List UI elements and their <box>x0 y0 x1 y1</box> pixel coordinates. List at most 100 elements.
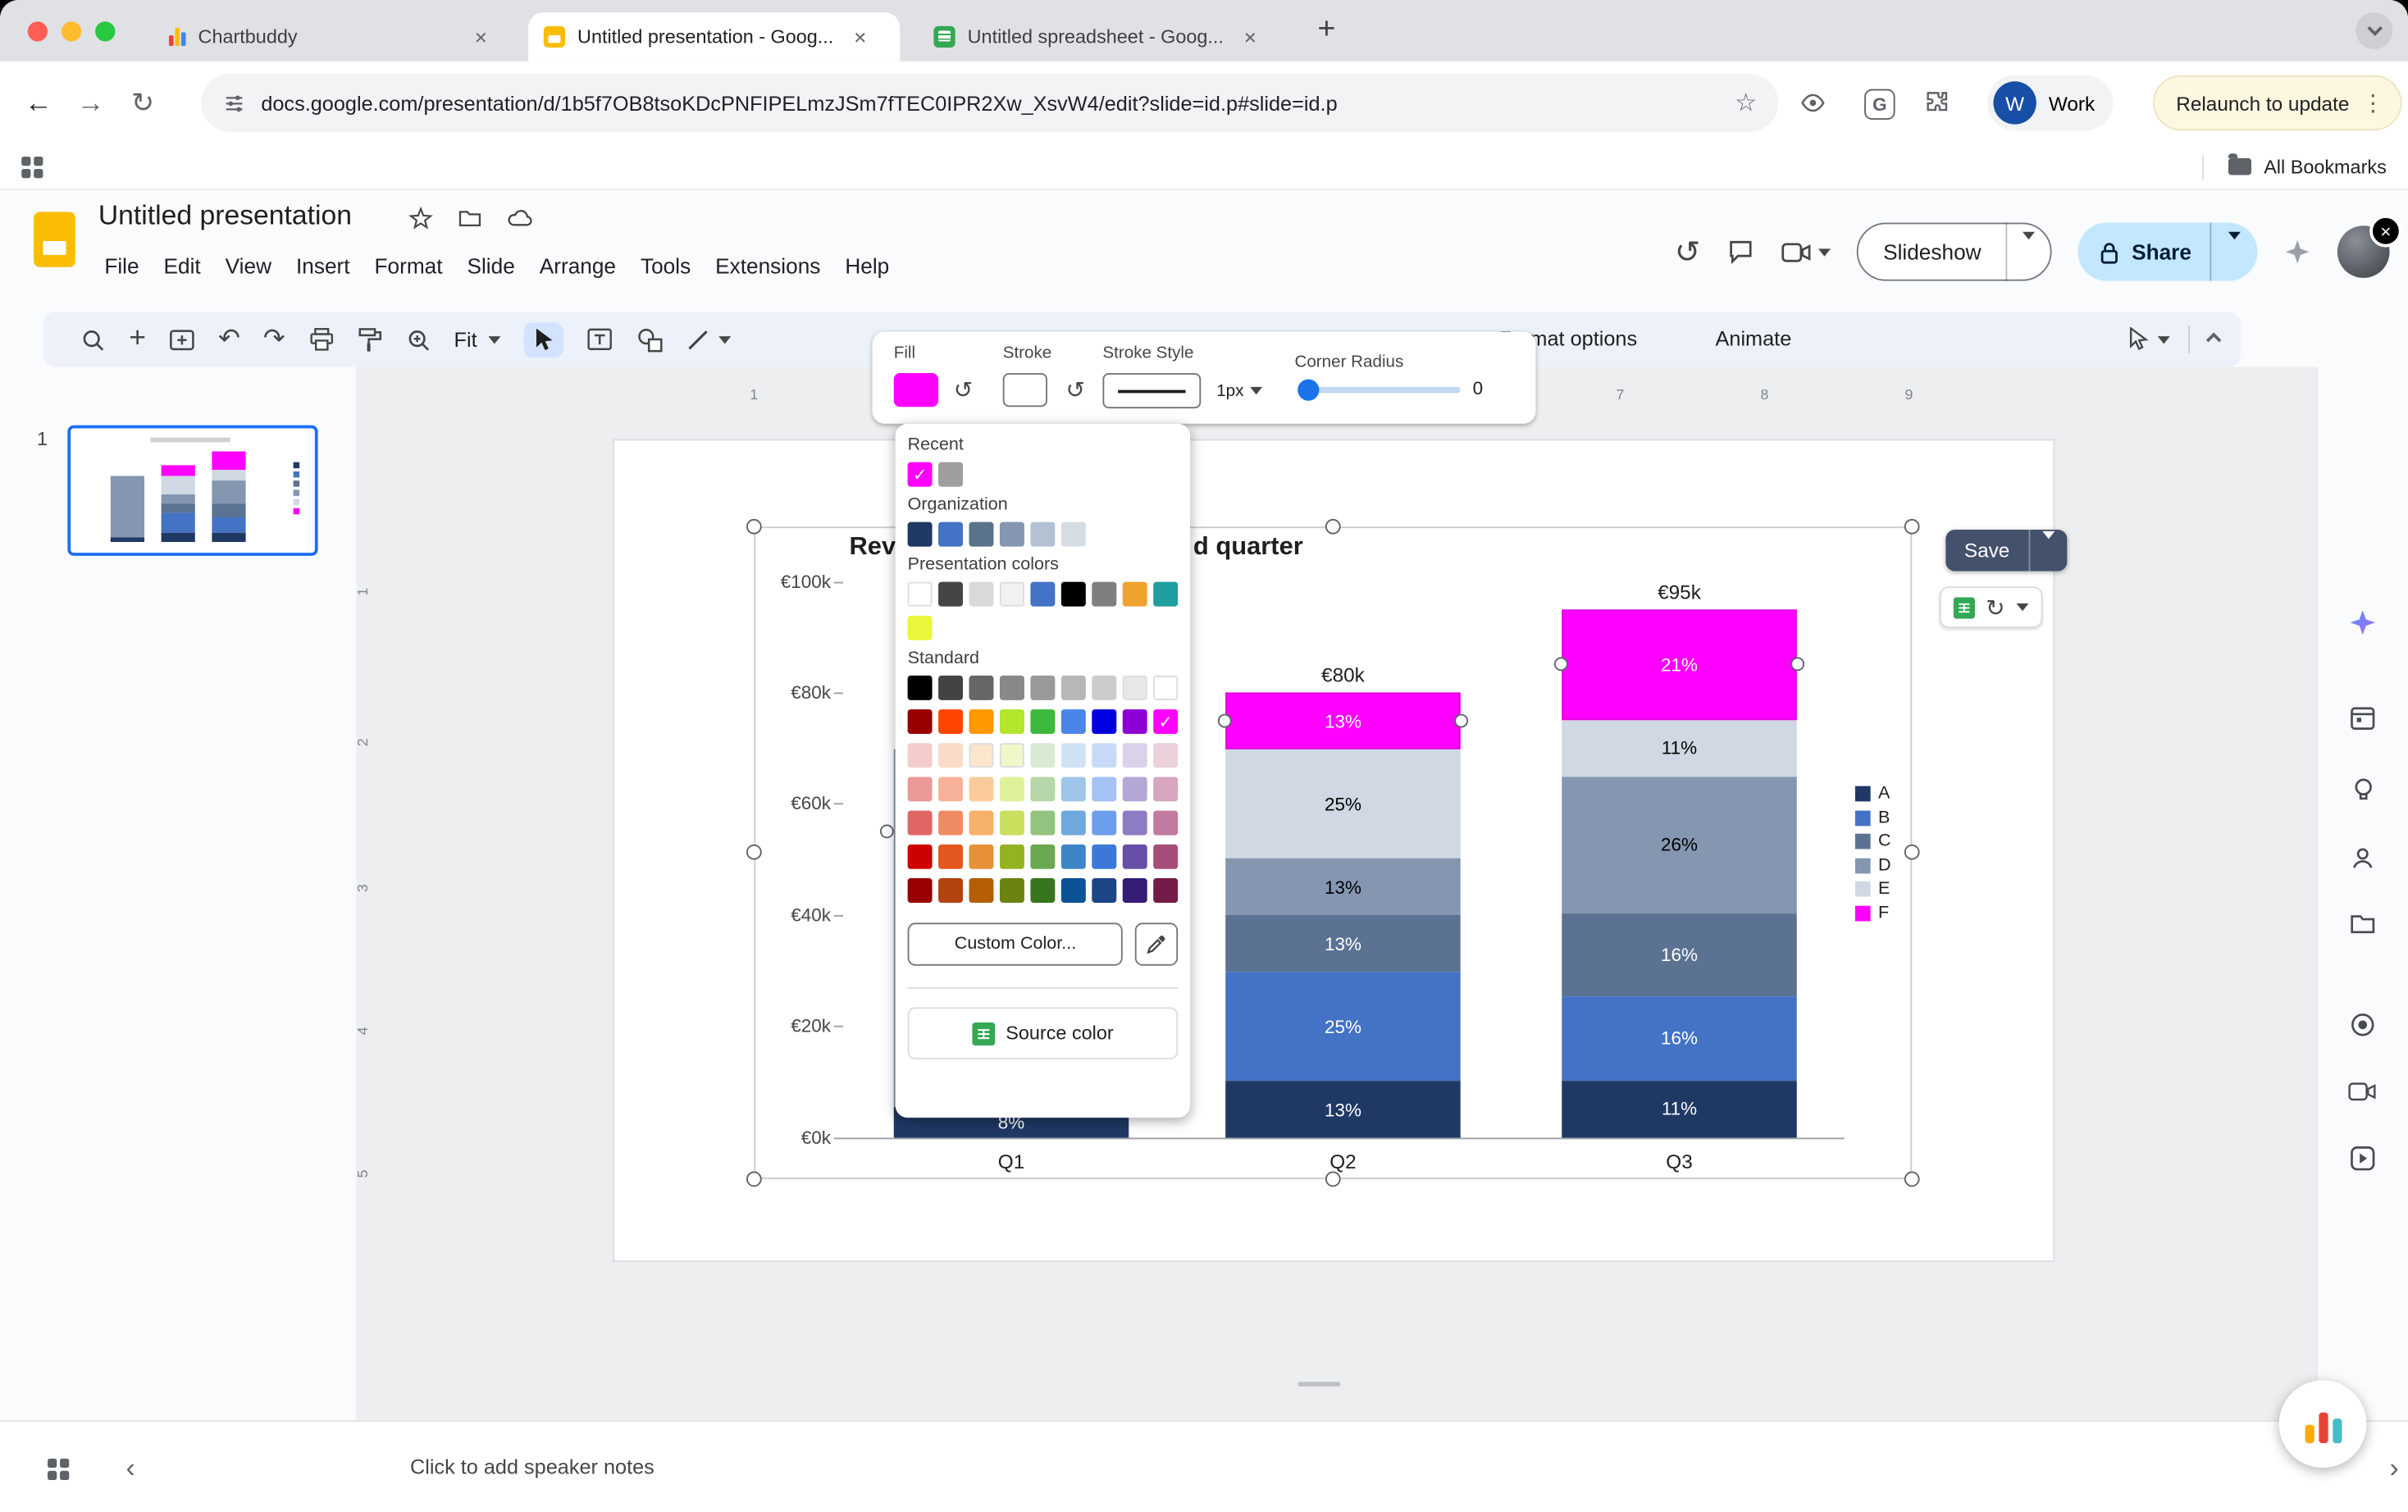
slideshow-button[interactable]: Slideshow <box>1857 223 2051 281</box>
selection-handle[interactable] <box>746 845 762 860</box>
color-swatch[interactable] <box>1092 743 1116 767</box>
legend-item[interactable]: B <box>1855 808 1891 827</box>
color-swatch[interactable] <box>908 582 933 607</box>
color-swatch[interactable] <box>1092 845 1116 869</box>
color-swatch[interactable] <box>1061 878 1086 903</box>
menu-format[interactable]: Format <box>363 246 455 286</box>
url-bar[interactable]: docs.google.com/presentation/d/1b5f7OB8t… <box>201 74 1778 132</box>
color-swatch[interactable] <box>938 582 963 607</box>
hide-toolbar-icon[interactable] <box>2206 332 2222 348</box>
collapse-filmstrip-icon[interactable]: ‹ <box>126 1452 135 1484</box>
chart-segment-e[interactable]: 25% <box>1225 749 1460 858</box>
linked-chart-toolbar[interactable]: ↻ <box>1940 586 2042 628</box>
extensions-puzzle-icon[interactable] <box>1922 89 1949 116</box>
play-icon[interactable] <box>2350 1145 2376 1172</box>
color-swatch[interactable] <box>1123 776 1147 801</box>
url-text[interactable]: docs.google.com/presentation/d/1b5f7OB8t… <box>261 91 1719 114</box>
chart-segment-d[interactable]: 13% <box>1225 858 1460 915</box>
chartbuddy-fab[interactable] <box>2279 1380 2367 1468</box>
color-swatch[interactable] <box>1123 743 1147 767</box>
chart-save-button[interactable]: Save <box>1945 530 2066 572</box>
color-swatch[interactable] <box>1061 522 1086 547</box>
color-swatch[interactable] <box>1030 522 1055 547</box>
stroke-width-dropdown[interactable]: 1px <box>1207 373 1272 408</box>
color-swatch[interactable] <box>1000 743 1024 767</box>
undo-icon[interactable]: ↶ <box>218 324 240 354</box>
chart-bar-q3[interactable]: 21%11%26%16%16%11% <box>1562 610 1796 1138</box>
color-swatch[interactable] <box>969 709 994 734</box>
record-icon[interactable] <box>2350 1012 2376 1038</box>
color-swatch[interactable] <box>969 743 994 767</box>
site-settings-icon[interactable] <box>223 91 246 114</box>
bookmark-star-icon[interactable]: ☆ <box>1735 88 1757 118</box>
share-menu-button[interactable] <box>2211 239 2257 264</box>
color-swatch[interactable] <box>938 743 963 767</box>
present-to-meet-button[interactable] <box>1782 240 1831 263</box>
color-swatch[interactable] <box>969 676 994 700</box>
print-icon[interactable] <box>308 327 335 352</box>
color-swatch[interactable] <box>908 676 933 700</box>
menu-extensions[interactable]: Extensions <box>703 246 832 286</box>
color-swatch[interactable] <box>1030 582 1055 607</box>
new-slide-plus-icon[interactable]: + <box>129 322 146 356</box>
menu-slide[interactable]: Slide <box>455 246 527 286</box>
color-swatch[interactable] <box>1000 582 1024 607</box>
legend-item[interactable]: C <box>1855 832 1891 850</box>
share-button[interactable]: Share <box>2078 223 2258 281</box>
save-menu-button[interactable] <box>2030 539 2067 562</box>
close-window-button[interactable] <box>28 21 48 41</box>
color-swatch[interactable] <box>938 845 963 869</box>
color-swatch[interactable]: ✓ <box>1153 709 1178 734</box>
color-swatch[interactable] <box>1092 676 1116 700</box>
color-swatch[interactable] <box>1092 811 1116 836</box>
color-swatch[interactable] <box>908 709 933 734</box>
color-swatch[interactable] <box>938 776 963 801</box>
color-swatch[interactable]: ✓ <box>908 462 933 487</box>
chart-segment-f[interactable]: 13% <box>1225 693 1460 749</box>
relaunch-update-button[interactable]: Relaunch to update ⋮ <box>2153 75 2401 130</box>
color-swatch[interactable] <box>1061 676 1086 700</box>
color-swatch[interactable] <box>908 811 933 836</box>
selection-handle[interactable] <box>746 1172 762 1187</box>
text-box-tool[interactable] <box>586 327 613 352</box>
color-swatch[interactable] <box>1030 776 1055 801</box>
chart-segment-f[interactable]: 21% <box>1562 610 1796 720</box>
menu-arrange[interactable]: Arrange <box>527 246 628 286</box>
selection-handle[interactable] <box>1904 845 1920 860</box>
select-tool[interactable] <box>523 321 563 357</box>
color-swatch[interactable] <box>1061 582 1086 607</box>
paint-format-icon[interactable] <box>358 326 382 353</box>
menu-help[interactable]: Help <box>832 246 901 286</box>
version-history-icon[interactable]: ↺ <box>1675 233 1700 271</box>
selection-handle[interactable] <box>746 519 762 535</box>
animate-button[interactable]: Animate <box>1716 327 1792 350</box>
color-swatch[interactable] <box>938 676 963 700</box>
chevron-down-icon[interactable] <box>2016 603 2028 611</box>
tab-spreadsheet[interactable]: Untitled spreadsheet - Goog... × <box>919 12 1290 61</box>
move-folder-icon[interactable] <box>458 206 482 230</box>
legend-item[interactable]: D <box>1855 856 1891 874</box>
reset-fill-icon[interactable]: ↺ <box>954 376 974 404</box>
color-swatch[interactable] <box>908 776 933 801</box>
slide-thumbnail[interactable] <box>67 426 317 556</box>
color-swatch[interactable] <box>1061 845 1086 869</box>
all-bookmarks-button[interactable]: All Bookmarks <box>2202 154 2386 179</box>
legend-item[interactable]: A <box>1855 785 1891 803</box>
color-swatch[interactable] <box>908 878 933 903</box>
eyedropper-button[interactable] <box>1135 922 1178 965</box>
chart-segment-d[interactable]: 26% <box>1562 777 1796 913</box>
color-swatch[interactable] <box>1000 676 1024 700</box>
selection-handle[interactable] <box>1325 519 1341 535</box>
fill-color-swatch[interactable] <box>894 373 938 407</box>
chart-segment-b[interactable]: 16% <box>1562 996 1796 1080</box>
apps-grid-icon[interactable] <box>21 156 43 177</box>
reset-stroke-icon[interactable]: ↺ <box>1065 376 1085 404</box>
close-tab-icon[interactable]: × <box>851 25 869 49</box>
color-swatch[interactable] <box>908 522 933 547</box>
gemini-sparkle-icon[interactable] <box>2348 608 2378 637</box>
segment-selection-handle[interactable] <box>1554 658 1568 672</box>
close-tab-icon[interactable]: × <box>1241 25 1260 49</box>
chart-segment-c[interactable]: 16% <box>1562 913 1796 996</box>
speaker-notes-input[interactable]: Click to add speaker notes <box>410 1455 654 1478</box>
pointer-mode-dropdown[interactable] <box>2127 327 2169 352</box>
